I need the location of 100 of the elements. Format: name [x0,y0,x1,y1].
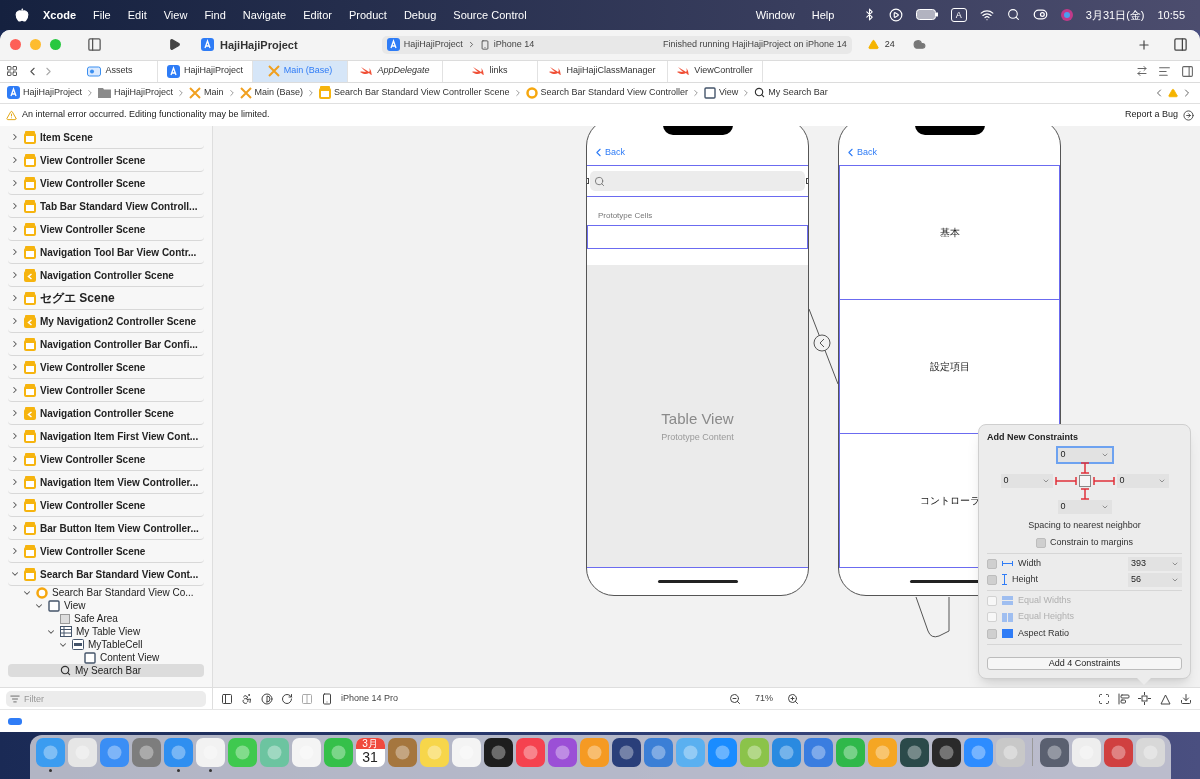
dock-app-icon[interactable] [611,738,641,767]
add-constraints-button[interactable]: Add 4 Constraints [987,657,1182,671]
split-icon[interactable] [1181,64,1194,78]
disclosure-icon[interactable] [10,500,20,511]
disclosure-icon[interactable] [10,270,20,281]
wifi-icon[interactable] [979,7,994,22]
chevron-icon[interactable] [1100,451,1109,459]
menu-item[interactable]: View [163,6,188,24]
siri-icon[interactable] [1060,8,1073,21]
path-item[interactable]: My Search Bar [768,85,828,100]
back-button[interactable]: Back [605,146,625,160]
zoom-level[interactable]: 71% [755,691,774,706]
outline-row[interactable]: View Controller Scene [8,540,204,564]
disclosure-icon[interactable] [10,546,20,557]
path-item[interactable]: Main (Base) [254,85,304,100]
table-cell[interactable]: 基本 [839,165,1060,301]
update-frames-icon[interactable] [1098,692,1110,705]
disclosure-icon[interactable] [10,385,20,396]
outline-row[interactable]: Content View [8,651,204,665]
outline-row[interactable]: View Controller Scene [8,448,204,472]
menu-item[interactable]: Product [348,6,387,24]
checkbox[interactable] [1035,538,1046,549]
disclosure-icon[interactable] [10,339,20,350]
outline-row[interactable]: Search Bar Standard View Cont... [8,563,204,587]
editor-tab[interactable]: Assets [63,60,158,82]
path-item[interactable]: Main [204,85,224,100]
editor-tab[interactable]: links [443,60,538,82]
device-label[interactable]: iPhone 14 Pro [341,691,399,706]
disclosure-icon[interactable] [10,408,20,419]
value-dropdown[interactable]: 0 [1000,474,1053,488]
disclosure-icon[interactable] [10,477,20,488]
menu-item[interactable]: Find [204,6,226,24]
scheme-selector[interactable]: HajiHajiProject [403,38,463,52]
outline-row[interactable]: Item Scene [8,126,204,150]
calendar-app-icon[interactable]: 3月 31 [355,738,385,767]
phone-icon[interactable] [321,692,333,705]
chevron-icon[interactable] [1157,477,1166,485]
disclosure-icon[interactable] [10,224,20,235]
sidebar-toggle-icon[interactable] [87,37,102,53]
outline-row[interactable]: Navigation Tool Bar View Contr... [8,241,204,265]
path-item[interactable]: Search Bar Standard View Controller Scene [334,85,510,100]
disclosure-icon[interactable] [10,454,20,465]
input-mode-indicator[interactable]: A [950,7,967,22]
disclosure-icon[interactable] [10,201,20,212]
menu-bar-date[interactable]: 3月31日(金) [1085,6,1145,24]
align-icon[interactable] [1118,692,1130,705]
menu-item[interactable]: Window [755,6,795,24]
outline-toggle-icon[interactable] [221,692,233,705]
disclosure-icon[interactable] [10,247,20,258]
menu-item[interactable]: File [93,6,111,24]
outline-row[interactable]: My Navigation2 Controller Scene [8,310,204,334]
prototype-cell[interactable] [587,225,808,250]
play-icon[interactable] [888,7,903,22]
menu-item[interactable]: Edit [127,6,147,24]
outline-row[interactable]: Search Bar Standard View Co... [8,586,204,600]
add-constraints-icon[interactable] [1138,692,1151,706]
value-dropdown[interactable]: 0 [1057,500,1112,514]
swap-icon[interactable] [1136,65,1148,78]
disclosure-icon[interactable] [10,293,20,304]
pin-icon[interactable] [1092,477,1115,485]
segue-line[interactable] [808,309,839,385]
editor-tab[interactable]: ViewController [668,60,763,82]
disclosure-icon[interactable] [10,178,20,189]
rotate-icon[interactable] [281,692,293,705]
outline-row[interactable]: Navigation Controller Scene [8,402,204,426]
editor-tab[interactable]: AppDelegate [348,60,443,82]
path-item[interactable]: HajiHajiProject [114,85,174,100]
outline-row[interactable]: View [8,599,204,613]
menu-item[interactable]: Navigate [242,6,287,24]
outline-row[interactable]: セグエ Scene [8,287,204,311]
outline-row[interactable]: Navigation Item First View Cont... [8,425,204,449]
appearance-icon[interactable] [261,692,273,705]
segue-line[interactable] [915,597,950,638]
outline-row[interactable]: Navigation Controller Bar Confi... [8,333,204,357]
outline-row[interactable]: View Controller Scene [8,379,204,403]
checkbox[interactable] [987,559,997,569]
layout-icon[interactable] [301,692,313,705]
report-bug-link[interactable]: Report a Bug [1124,108,1178,122]
outline-row[interactable]: View Controller Scene [8,172,204,196]
menu-item[interactable]: Debug [403,6,437,24]
menu-item[interactable]: Help [811,6,835,24]
dock-app-icon[interactable] [899,738,929,767]
search-icon[interactable] [1006,8,1020,22]
outline-row[interactable]: Tab Bar Standard View Controll... [8,195,204,219]
disclosure-icon[interactable] [10,132,20,143]
resolve-issues-icon[interactable] [1159,692,1172,705]
control-center-icon[interactable] [1032,7,1048,23]
disclosure-icon[interactable] [10,155,20,166]
value-dropdown[interactable]: 56 [1128,573,1182,587]
warning-count[interactable]: 24 [884,38,895,52]
close-window-button[interactable] [10,39,21,51]
chevron-icon[interactable] [1041,477,1050,485]
outline-row[interactable]: View Controller Scene [8,218,204,242]
dock-app-icon[interactable] [483,738,513,767]
device-selector[interactable]: iPhone 14 [493,38,535,52]
pin-icon[interactable] [1054,477,1077,485]
battery-icon[interactable] [915,9,938,21]
cloud-icon[interactable] [912,38,926,52]
accessibility-icon[interactable] [241,692,253,705]
lines-icon[interactable] [1158,64,1171,78]
